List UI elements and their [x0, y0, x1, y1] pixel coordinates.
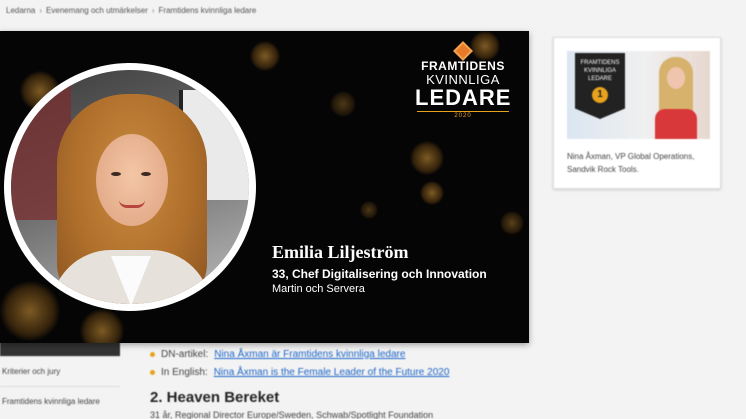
award-badge: FRAMTIDENS KVINNLIGA LEDARE 1: [575, 53, 625, 119]
side-card[interactable]: FRAMTIDENS KVINNLIGA LEDARE 1 Nina Åxman…: [553, 37, 721, 189]
person-photo: [651, 57, 701, 139]
side-menu-item-criteria[interactable]: Kriterier och jury: [0, 356, 120, 386]
article-link[interactable]: Nina Åxman är Framtidens kvinnliga ledar…: [214, 349, 405, 360]
bullet-icon: [150, 369, 155, 375]
side-menu-item-active[interactable]: [0, 342, 120, 356]
article-link[interactable]: Nina Åxman is the Female Leader of the F…: [214, 367, 450, 378]
bullet-icon: [150, 351, 155, 357]
chevron-right-icon: ›: [39, 6, 43, 15]
chevron-right-icon: ›: [151, 6, 155, 15]
portrait-photo: [4, 63, 256, 311]
link-prefix: In English:: [161, 366, 208, 378]
badge-line3: LEDARE: [587, 76, 612, 82]
logo-year: 2020: [454, 113, 472, 119]
award-banner: FRAMTIDENS KVINNLIGA LEDARE 2020 Emilia …: [0, 31, 529, 343]
logo-diamond-icon: [453, 41, 473, 61]
event-logo: FRAMTIDENS KVINNLIGA LEDARE 2020: [415, 41, 512, 119]
person-company: Martin och Servera: [272, 283, 365, 295]
link-prefix: DN-artikel:: [161, 348, 209, 360]
side-card-thumbnail[interactable]: FRAMTIDENS KVINNLIGA LEDARE 1: [567, 51, 710, 139]
breadcrumb-item-events[interactable]: Evenemang och utmärkelser: [46, 6, 148, 15]
logo-line3: LEDARE: [415, 85, 512, 110]
breadcrumb-item-ledarna[interactable]: Ledarna: [6, 6, 35, 15]
logo-divider: [417, 111, 509, 112]
list-item: DN-artikel: Nina Åxman är Framtidens kvi…: [150, 345, 449, 363]
person-name: Emilia Liljeström: [272, 242, 409, 262]
side-card-caption[interactable]: Nina Åxman, VP Global Operations, Sandvi…: [567, 150, 715, 176]
section-heading: 2. Heaven Bereket: [150, 389, 280, 406]
badge-line2: KVINNLIGA: [583, 68, 616, 74]
article-content: DN-artikel: Nina Åxman är Framtidens kvi…: [150, 345, 449, 419]
list-item: In English: Nina Åxman is the Female Lea…: [150, 363, 449, 381]
badge-number: 1: [592, 87, 608, 103]
side-menu-item-leaders[interactable]: Framtidens kvinnliga ledare: [0, 386, 120, 416]
breadcrumb: Ledarna › Evenemang och utmärkelser › Fr…: [6, 6, 256, 15]
person-role: 33, Chef Digitalisering och Innovation: [272, 267, 487, 281]
breadcrumb-item-current: Framtidens kvinnliga ledare: [158, 6, 257, 15]
section-subtext: 31 år, Regional Director Europe/Sweden, …: [150, 410, 434, 419]
side-menu: Kriterier och jury Framtidens kvinnliga …: [0, 340, 120, 416]
badge-line1: FRAMTIDENS: [580, 60, 620, 66]
